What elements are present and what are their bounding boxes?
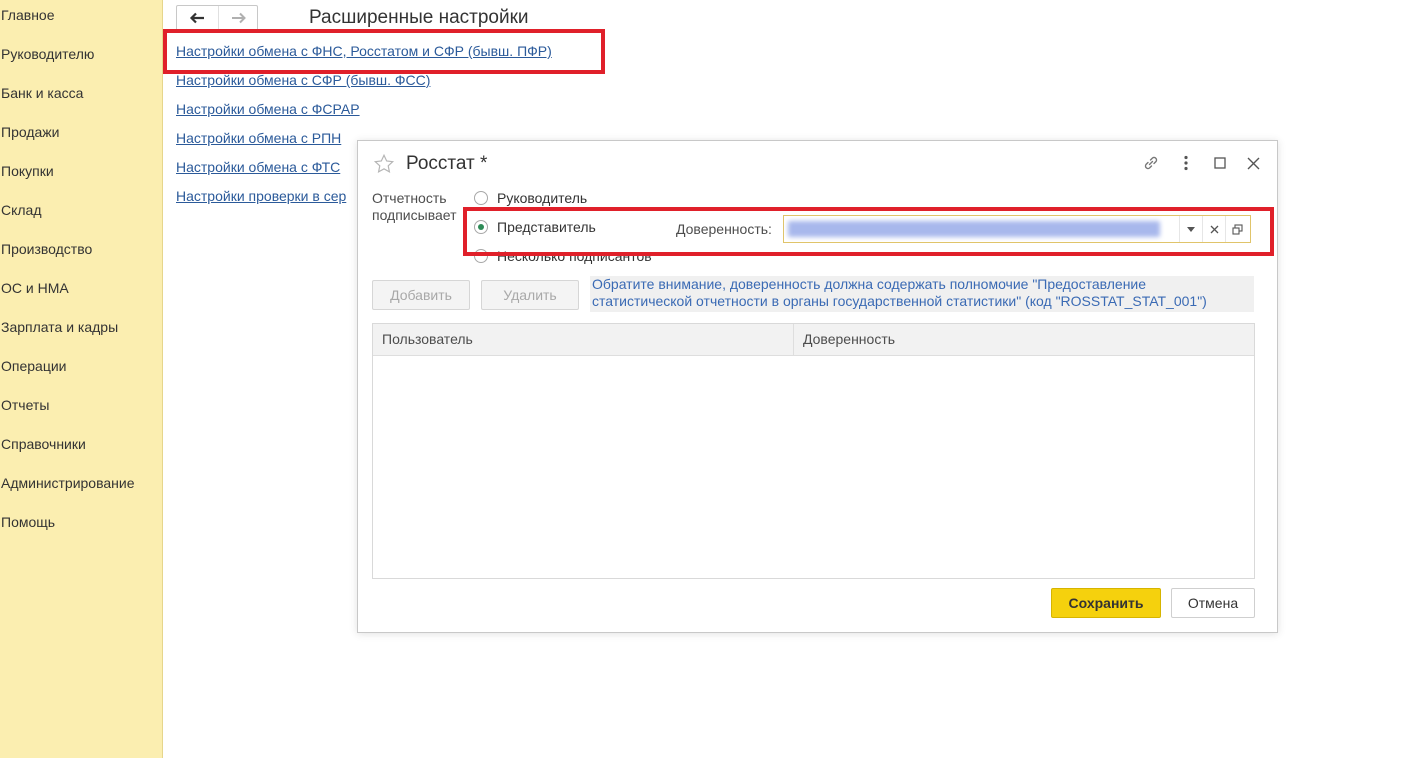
highlight-frame-link: [163, 29, 605, 74]
page-title: Расширенные настройки: [309, 7, 529, 28]
sidebar-item-bank-cash[interactable]: Банк и касса: [1, 85, 83, 101]
sidebar-item-fixed-assets[interactable]: ОС и НМА: [1, 280, 69, 296]
link-check-settings[interactable]: Настройки проверки в сер: [176, 188, 346, 204]
column-power-of-attorney[interactable]: Доверенность: [793, 324, 1253, 355]
more-button[interactable]: [1176, 153, 1196, 173]
star-icon[interactable]: [373, 153, 395, 175]
highlight-frame-power-of-attorney: [463, 207, 1274, 256]
radio-manager[interactable]: Руководитель: [474, 189, 587, 207]
maximize-icon: [1214, 157, 1226, 169]
link-icon: [1144, 156, 1158, 170]
sidebar-item-operations[interactable]: Операции: [1, 358, 67, 374]
close-icon: [1247, 157, 1259, 169]
users-table[interactable]: Пользователь Доверенность: [372, 323, 1255, 579]
link-exchange-sfr-fss[interactable]: Настройки обмена с СФР (бывш. ФСС): [176, 72, 430, 88]
radio-manager-label: Руководитель: [497, 190, 588, 206]
notice-line1: Обратите внимание, доверенность должна с…: [592, 276, 1147, 292]
sidebar: Главное Руководителю Банк и касса Продаж…: [0, 0, 163, 758]
sidebar-item-reports[interactable]: Отчеты: [1, 397, 49, 413]
cancel-button[interactable]: Отмена: [1171, 588, 1255, 618]
history-nav: [176, 5, 258, 31]
link-exchange-fsrar[interactable]: Настройки обмена с ФСРАР: [176, 101, 360, 117]
sidebar-item-manager[interactable]: Руководителю: [1, 46, 94, 62]
sidebar-item-administration[interactable]: Администрирование: [1, 475, 135, 491]
arrow-left-icon: [189, 12, 204, 24]
save-button[interactable]: Сохранить: [1051, 588, 1161, 618]
sidebar-item-purchases[interactable]: Покупки: [1, 163, 54, 179]
reporting-signer-label-line1: Отчетность: [372, 190, 447, 206]
link-exchange-rpn[interactable]: Настройки обмена с РПН: [176, 130, 341, 146]
radio-circle[interactable]: [474, 191, 488, 205]
reporting-signer-label: Отчетность подписывает: [372, 190, 470, 224]
sidebar-item-catalogs[interactable]: Справочники: [1, 436, 86, 452]
sidebar-item-help[interactable]: Помощь: [1, 514, 55, 530]
close-button[interactable]: [1243, 153, 1263, 173]
back-button[interactable]: [177, 6, 217, 30]
delete-button[interactable]: Удалить: [481, 280, 579, 310]
notice-line2: статистической отчетности в органы госуд…: [592, 293, 1207, 309]
sidebar-item-payroll[interactable]: Зарплата и кадры: [1, 319, 118, 335]
forward-button[interactable]: [218, 6, 259, 30]
link-exchange-fts[interactable]: Настройки обмена с ФТС: [176, 159, 340, 175]
arrow-right-icon: [232, 12, 246, 24]
add-button[interactable]: Добавить: [372, 280, 470, 310]
sidebar-item-warehouse[interactable]: Склад: [1, 202, 42, 218]
reporting-signer-label-line2: подписывает: [372, 207, 457, 223]
dialog-title: Росстат *: [406, 153, 488, 174]
table-header: Пользователь Доверенность: [373, 324, 1254, 356]
link-button[interactable]: [1141, 153, 1161, 173]
sidebar-item-main[interactable]: Главное: [1, 7, 55, 23]
sidebar-item-sales[interactable]: Продажи: [1, 124, 59, 140]
column-user[interactable]: Пользователь: [382, 324, 473, 355]
notice-text: Обратите внимание, доверенность должна с…: [590, 276, 1254, 312]
more-vertical-icon: [1184, 155, 1188, 171]
sidebar-item-production[interactable]: Производство: [1, 241, 92, 257]
maximize-button[interactable]: [1210, 153, 1230, 173]
